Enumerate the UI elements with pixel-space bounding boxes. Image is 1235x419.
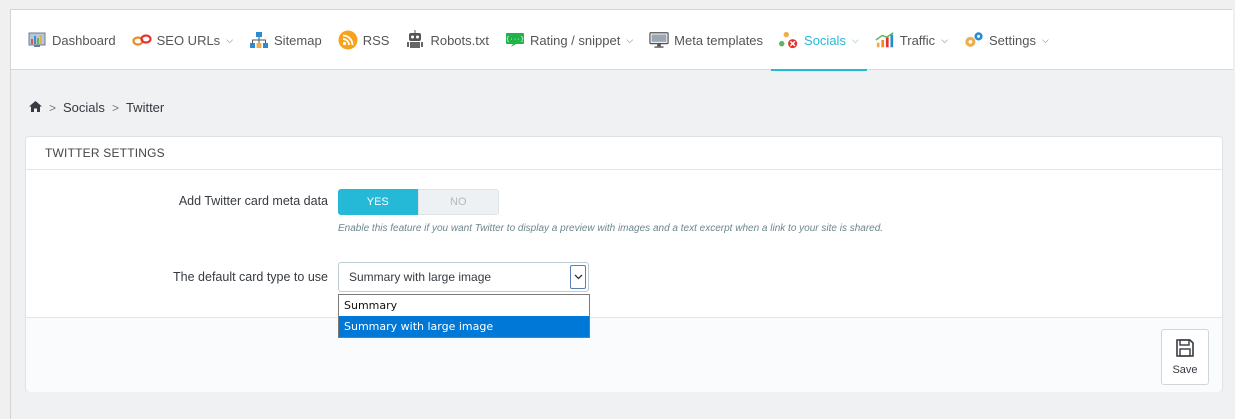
- save-label: Save: [1172, 364, 1198, 376]
- save-icon: [1175, 338, 1195, 361]
- snippet-icon: {···}: [505, 30, 525, 50]
- nav-settings[interactable]: Settings ⌵: [956, 10, 1057, 70]
- panel-title: TWITTER SETTINGS: [26, 137, 1222, 170]
- nav-rating-snippet-label: Rating / snippet: [529, 32, 621, 48]
- nav-seo-urls[interactable]: SEO URLs ⌵: [124, 10, 241, 70]
- chevron-down-icon: ⌵: [1042, 34, 1049, 45]
- nav-traffic-label: Traffic: [899, 32, 936, 48]
- robot-icon: [405, 30, 425, 50]
- card-type-label: The default card type to use: [173, 270, 328, 284]
- monitor-icon: [649, 30, 669, 50]
- nav-rss[interactable]: RSS: [330, 10, 398, 70]
- breadcrumb: > Socials > Twitter: [29, 100, 164, 115]
- nav-rating-snippet[interactable]: {···} Rating / snippet ⌵: [497, 10, 641, 70]
- card-meta-label: Add Twitter card meta data: [178, 194, 328, 208]
- card-meta-toggle[interactable]: YES NO: [338, 189, 499, 215]
- toggle-yes[interactable]: YES: [338, 189, 418, 215]
- twitter-settings-panel: TWITTER SETTINGS Add Twitter card meta d…: [25, 136, 1223, 392]
- nav-sitemap-label: Sitemap: [274, 32, 322, 48]
- breadcrumb-item: Twitter: [125, 100, 165, 115]
- dropdown-option[interactable]: Summary: [339, 295, 589, 316]
- card-type-dropdown: Summary Summary with large image: [338, 294, 590, 338]
- dashboard-icon: [27, 30, 47, 50]
- nav-robots[interactable]: Robots.txt: [397, 10, 497, 70]
- chevron-down-icon: ⌵: [626, 34, 634, 45]
- chevron-down-icon: ⌵: [226, 34, 234, 45]
- rss-icon: [338, 30, 358, 50]
- sitemap-icon: [249, 30, 269, 50]
- toggle-no[interactable]: NO: [417, 189, 499, 215]
- nav-traffic[interactable]: Traffic ⌵: [867, 10, 956, 70]
- chevron-down-icon[interactable]: [570, 265, 586, 289]
- breadcrumb-separator: >: [111, 100, 119, 115]
- card-type-selected-value: Summary with large image: [349, 270, 492, 284]
- nav-settings-label: Settings: [989, 32, 1036, 48]
- app-window: Dashboard SEO URLs ⌵ Sitemap RSS Robots.…: [10, 9, 1233, 419]
- nav-dashboard[interactable]: Dashboard: [19, 10, 124, 70]
- nav-sitemap[interactable]: Sitemap: [241, 10, 330, 70]
- nav-socials-label: Socials: [804, 32, 846, 48]
- chevron-down-icon: ⌵: [851, 34, 859, 45]
- socials-icon: [779, 30, 799, 50]
- breadcrumb-item[interactable]: Socials: [63, 100, 105, 115]
- settings-icon: [964, 30, 984, 50]
- save-button[interactable]: Save: [1161, 329, 1209, 385]
- top-navigation: Dashboard SEO URLs ⌵ Sitemap RSS Robots.…: [11, 10, 1233, 71]
- link-icon: [132, 30, 152, 50]
- card-meta-help: Enable this feature if you want Twitter …: [338, 223, 884, 234]
- chevron-down-icon: ⌵: [941, 34, 949, 45]
- breadcrumb-separator: >: [49, 100, 57, 115]
- nav-meta-templates-label: Meta templates: [674, 32, 764, 48]
- svg-text:{···}: {···}: [506, 36, 524, 43]
- nav-socials[interactable]: Socials ⌵: [771, 10, 867, 71]
- nav-dashboard-label: Dashboard: [52, 32, 116, 48]
- nav-seo-urls-label: SEO URLs: [156, 32, 221, 48]
- traffic-icon: [875, 30, 895, 50]
- home-icon[interactable]: [29, 100, 42, 115]
- card-type-select[interactable]: Summary with large image: [338, 262, 589, 292]
- dropdown-option-selected[interactable]: Summary with large image: [339, 316, 589, 337]
- nav-robots-label: Robots.txt: [430, 32, 489, 48]
- panel-footer: Save: [26, 317, 1222, 392]
- nav-rss-label: RSS: [362, 32, 390, 48]
- nav-meta-templates[interactable]: Meta templates: [641, 10, 771, 70]
